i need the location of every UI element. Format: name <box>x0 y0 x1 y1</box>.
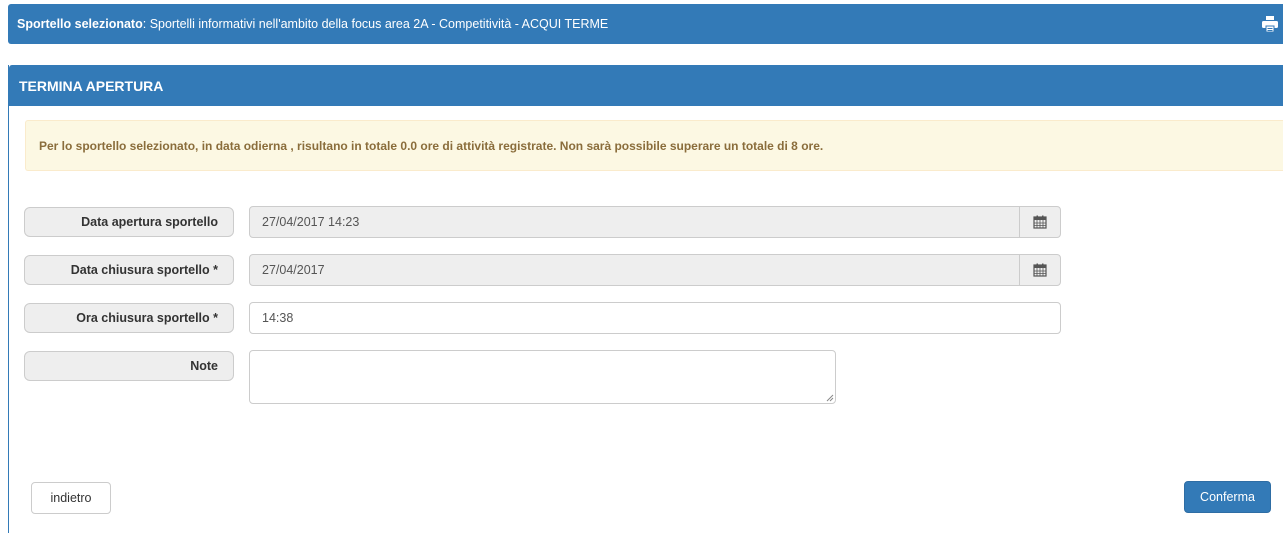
calendar-icon[interactable] <box>1019 255 1060 285</box>
ora-chiusura-field[interactable]: 14:38 <box>249 302 1061 334</box>
back-button[interactable]: indietro <box>31 482 111 514</box>
data-apertura-label: Data apertura sportello <box>24 207 234 237</box>
ora-chiusura-value: 14:38 <box>262 311 294 325</box>
data-apertura-field: 27/04/2017 14:23 <box>249 206 1061 238</box>
selected-desk-value: Sportelli informativi nell'ambito della … <box>149 17 609 31</box>
selected-desk-separator: : <box>142 17 147 31</box>
data-apertura-value: 27/04/2017 14:23 <box>262 215 360 229</box>
data-chiusura-value: 27/04/2017 <box>262 263 325 277</box>
form-row-data-apertura: Data apertura sportello 27/04/2017 14:23 <box>24 206 1064 238</box>
form-row-data-chiusura: Data chiusura sportello * 27/04/2017 <box>24 254 1064 286</box>
note-label: Note <box>24 351 234 381</box>
confirm-button[interactable]: Conferma <box>1184 481 1271 513</box>
form-row-note: Note <box>24 350 854 406</box>
data-chiusura-field[interactable]: 27/04/2017 <box>249 254 1061 286</box>
data-chiusura-label: Data chiusura sportello * <box>24 255 234 285</box>
note-textarea[interactable] <box>249 350 836 404</box>
panel-title: TERMINA APERTURA <box>9 65 1283 106</box>
form-row-ora-chiusura: Ora chiusura sportello * 14:38 <box>24 302 1064 334</box>
calendar-icon[interactable] <box>1019 207 1060 237</box>
resize-grip-icon[interactable] <box>826 394 834 402</box>
selected-desk-bar: Sportello selezionato: Sportelli informa… <box>8 4 1283 44</box>
printer-icon[interactable] <box>1261 15 1279 33</box>
ora-chiusura-label: Ora chiusura sportello * <box>24 303 234 333</box>
close-desk-panel: TERMINA APERTURA Per lo sportello selezi… <box>8 65 1283 533</box>
selected-desk-label: Sportello selezionato <box>17 17 143 31</box>
hours-warning-alert: Per lo sportello selezionato, in data od… <box>25 120 1283 171</box>
